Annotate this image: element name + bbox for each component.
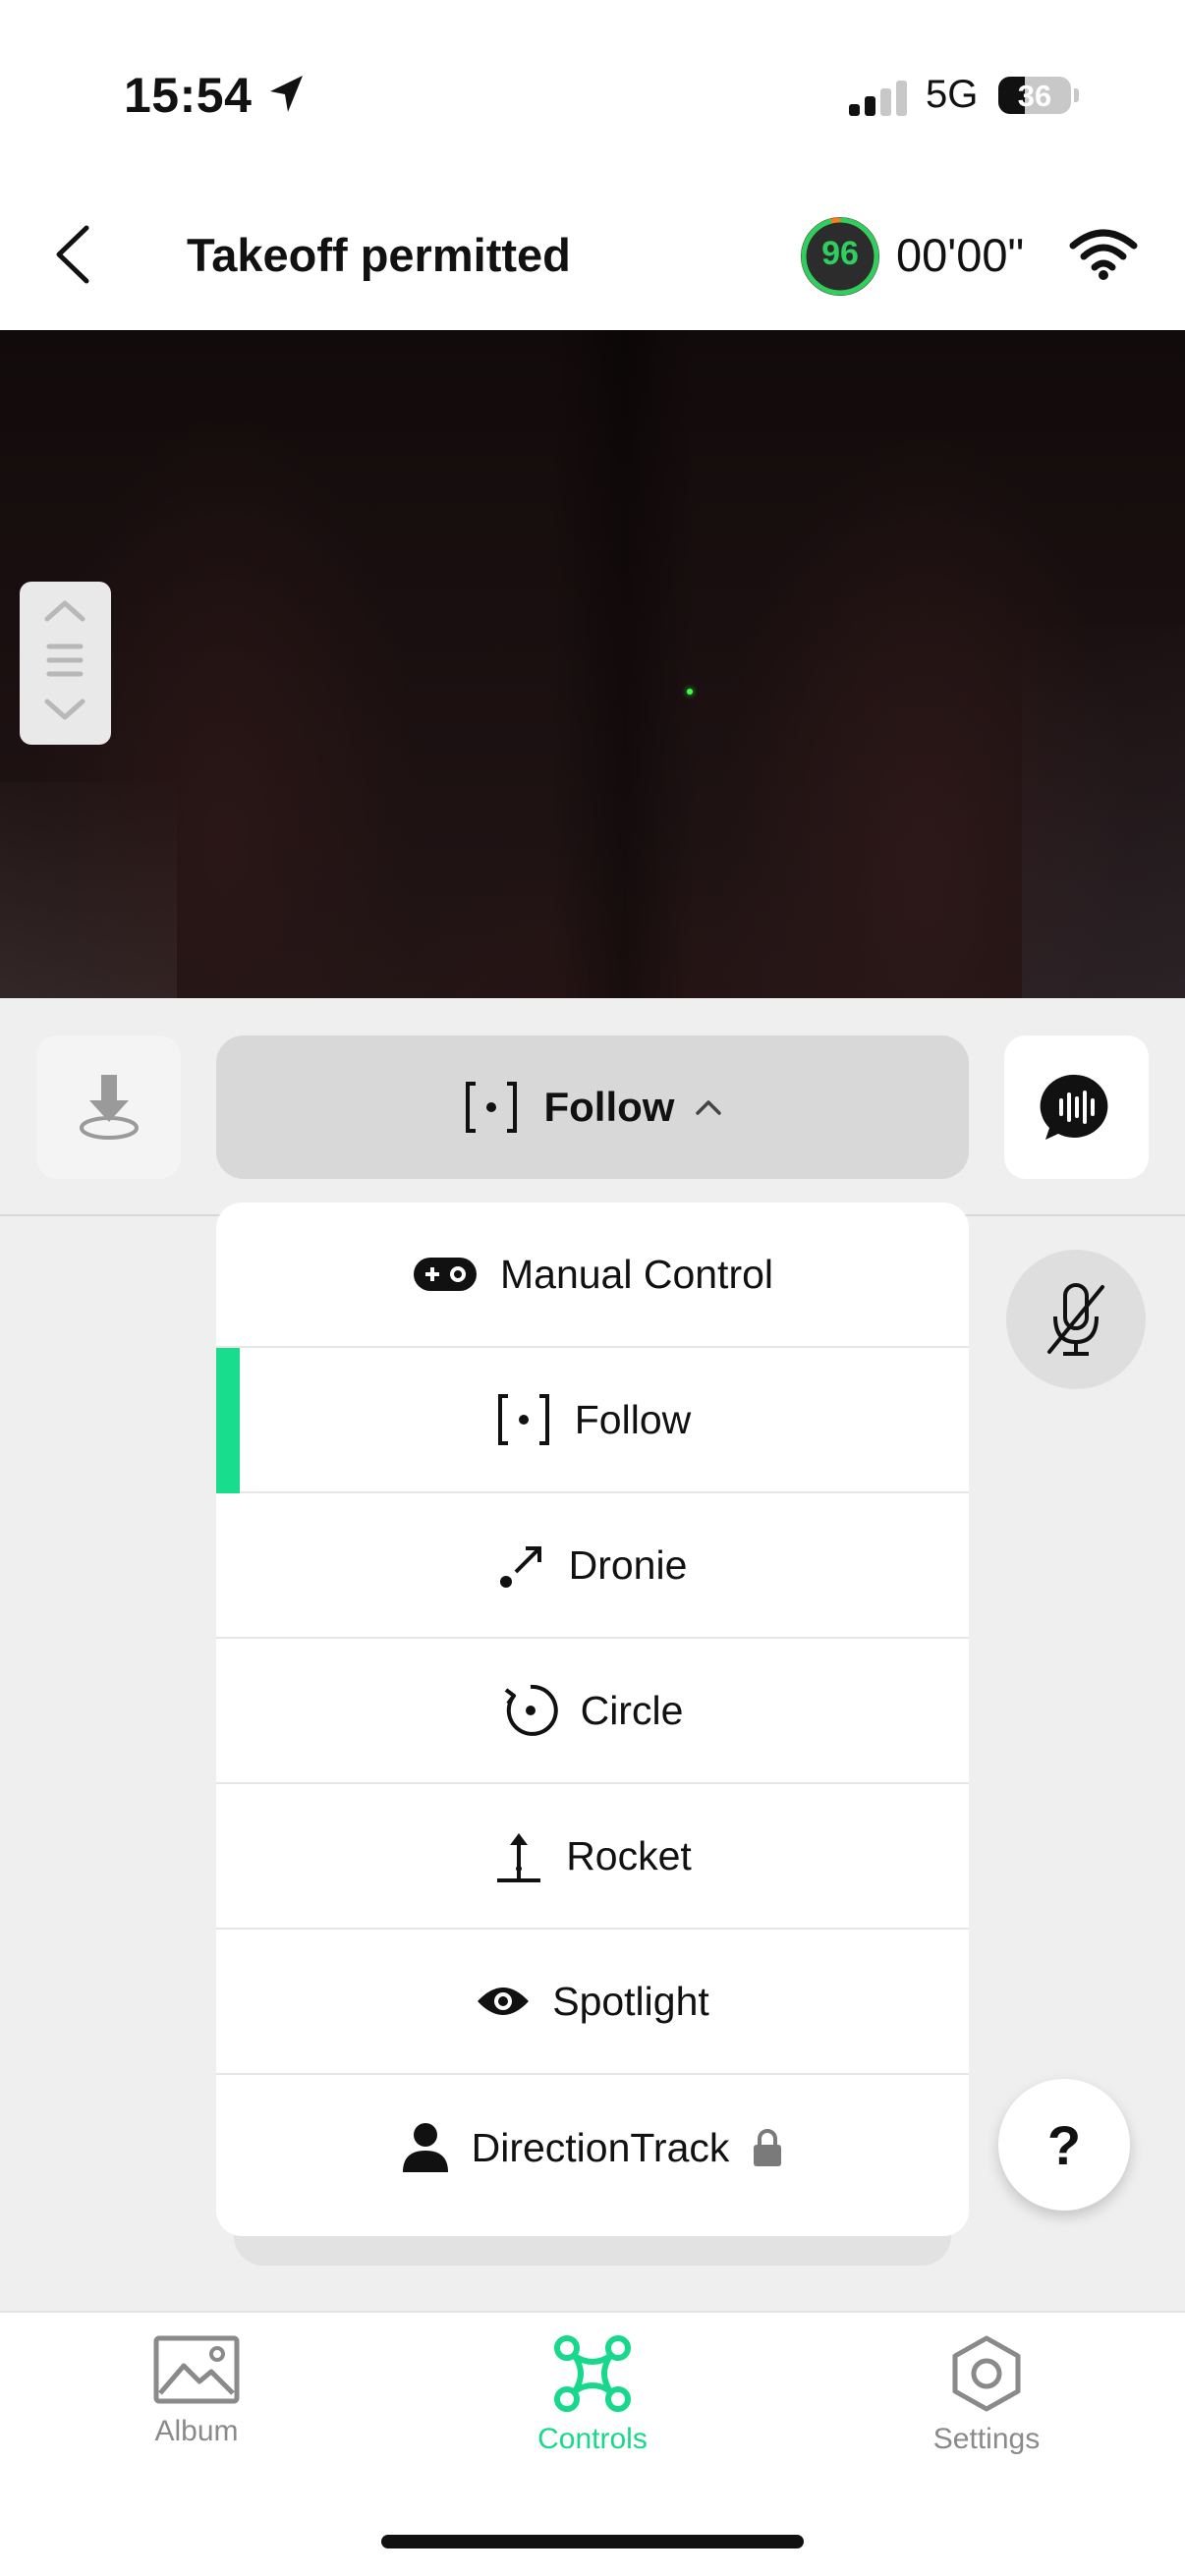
voice-command-button[interactable]: [1004, 1036, 1149, 1179]
menu-item-rocket[interactable]: Rocket: [216, 1784, 969, 1930]
menu-item-manual-control[interactable]: Manual Control: [216, 1203, 969, 1348]
lock-icon: [754, 2129, 782, 2166]
app-header: Takeoff permitted 96 00'00": [0, 187, 1185, 330]
flight-timer: 00'00": [896, 229, 1025, 281]
help-button[interactable]: ?: [998, 2079, 1130, 2211]
follow-icon: [497, 1394, 549, 1445]
menu-item-dronie[interactable]: Dronie: [216, 1493, 969, 1639]
tab-album-label: Album: [154, 2415, 239, 2447]
menu-item-label: Spotlight: [552, 1978, 709, 2024]
drone-battery-value: 96: [821, 235, 859, 272]
network-type: 5G: [926, 73, 979, 116]
tab-controls[interactable]: Controls: [475, 2334, 710, 2482]
slider-handle-icon[interactable]: [20, 582, 111, 745]
tab-settings[interactable]: Settings: [869, 2334, 1104, 2482]
drone-battery-ring: 96: [798, 214, 882, 299]
chevron-up-icon: [696, 1100, 722, 1115]
menu-item-follow[interactable]: Follow: [216, 1348, 969, 1493]
page-title: Takeoff permitted: [187, 229, 571, 281]
tab-controls-label: Controls: [537, 2423, 648, 2455]
menu-item-label: Dronie: [568, 1541, 688, 1588]
mic-off-icon: [1047, 1283, 1104, 1356]
status-bar: 15:54 5G 36: [0, 0, 1185, 187]
tab-album[interactable]: Album: [79, 2334, 314, 2482]
dronie-icon: [499, 1546, 541, 1588]
drone-icon: [554, 2335, 631, 2412]
status-time: 15:54: [124, 68, 253, 123]
phone-battery-icon: 36: [998, 77, 1071, 114]
tab-settings-label: Settings: [932, 2423, 1041, 2455]
wifi-icon: [1069, 229, 1138, 280]
follow-icon: [465, 1082, 517, 1133]
person-icon: [402, 2123, 448, 2172]
album-icon: [153, 2335, 240, 2404]
menu-item-label: Follow: [574, 1396, 692, 1442]
mute-mic-button[interactable]: [1006, 1250, 1146, 1389]
menu-item-spotlight[interactable]: Spotlight: [216, 1930, 969, 2075]
cellular-signal-icon: [849, 81, 907, 116]
menu-item-label: DirectionTrack: [471, 2124, 730, 2170]
flight-mode-label: Follow: [543, 1084, 675, 1130]
tracking-dot: [687, 689, 693, 695]
download-icon: [80, 1075, 139, 1140]
home-indicator[interactable]: [381, 2535, 804, 2548]
battery-nub: [1074, 88, 1079, 102]
download-button[interactable]: [36, 1036, 181, 1179]
back-chevron-icon[interactable]: [49, 222, 98, 287]
menu-item-circle[interactable]: Circle: [216, 1639, 969, 1784]
menu-item-directiontrack[interactable]: DirectionTrack: [216, 2075, 969, 2220]
menu-item-label: Circle: [580, 1687, 684, 1733]
control-panel: Follow Manual Control Follow Dronie Circ…: [0, 998, 1185, 2313]
menu-item-label: Rocket: [566, 1832, 692, 1878]
gamepad-icon: [413, 1258, 477, 1291]
circle-orbit-icon: [504, 1684, 558, 1736]
flight-mode-menu: Manual Control Follow Dronie Circle Rock…: [216, 1203, 969, 2236]
settings-hexagon-icon: [952, 2335, 1021, 2412]
phone-battery-level: 36: [1017, 79, 1052, 113]
menu-item-label: Manual Control: [499, 1251, 774, 1297]
rocket-icon: [497, 1833, 541, 1882]
camera-feed: [0, 330, 1185, 998]
voice-icon: [1040, 1074, 1108, 1140]
location-arrow-icon: [270, 76, 303, 112]
flight-mode-button[interactable]: Follow: [216, 1036, 969, 1179]
eye-icon: [478, 1988, 530, 2015]
